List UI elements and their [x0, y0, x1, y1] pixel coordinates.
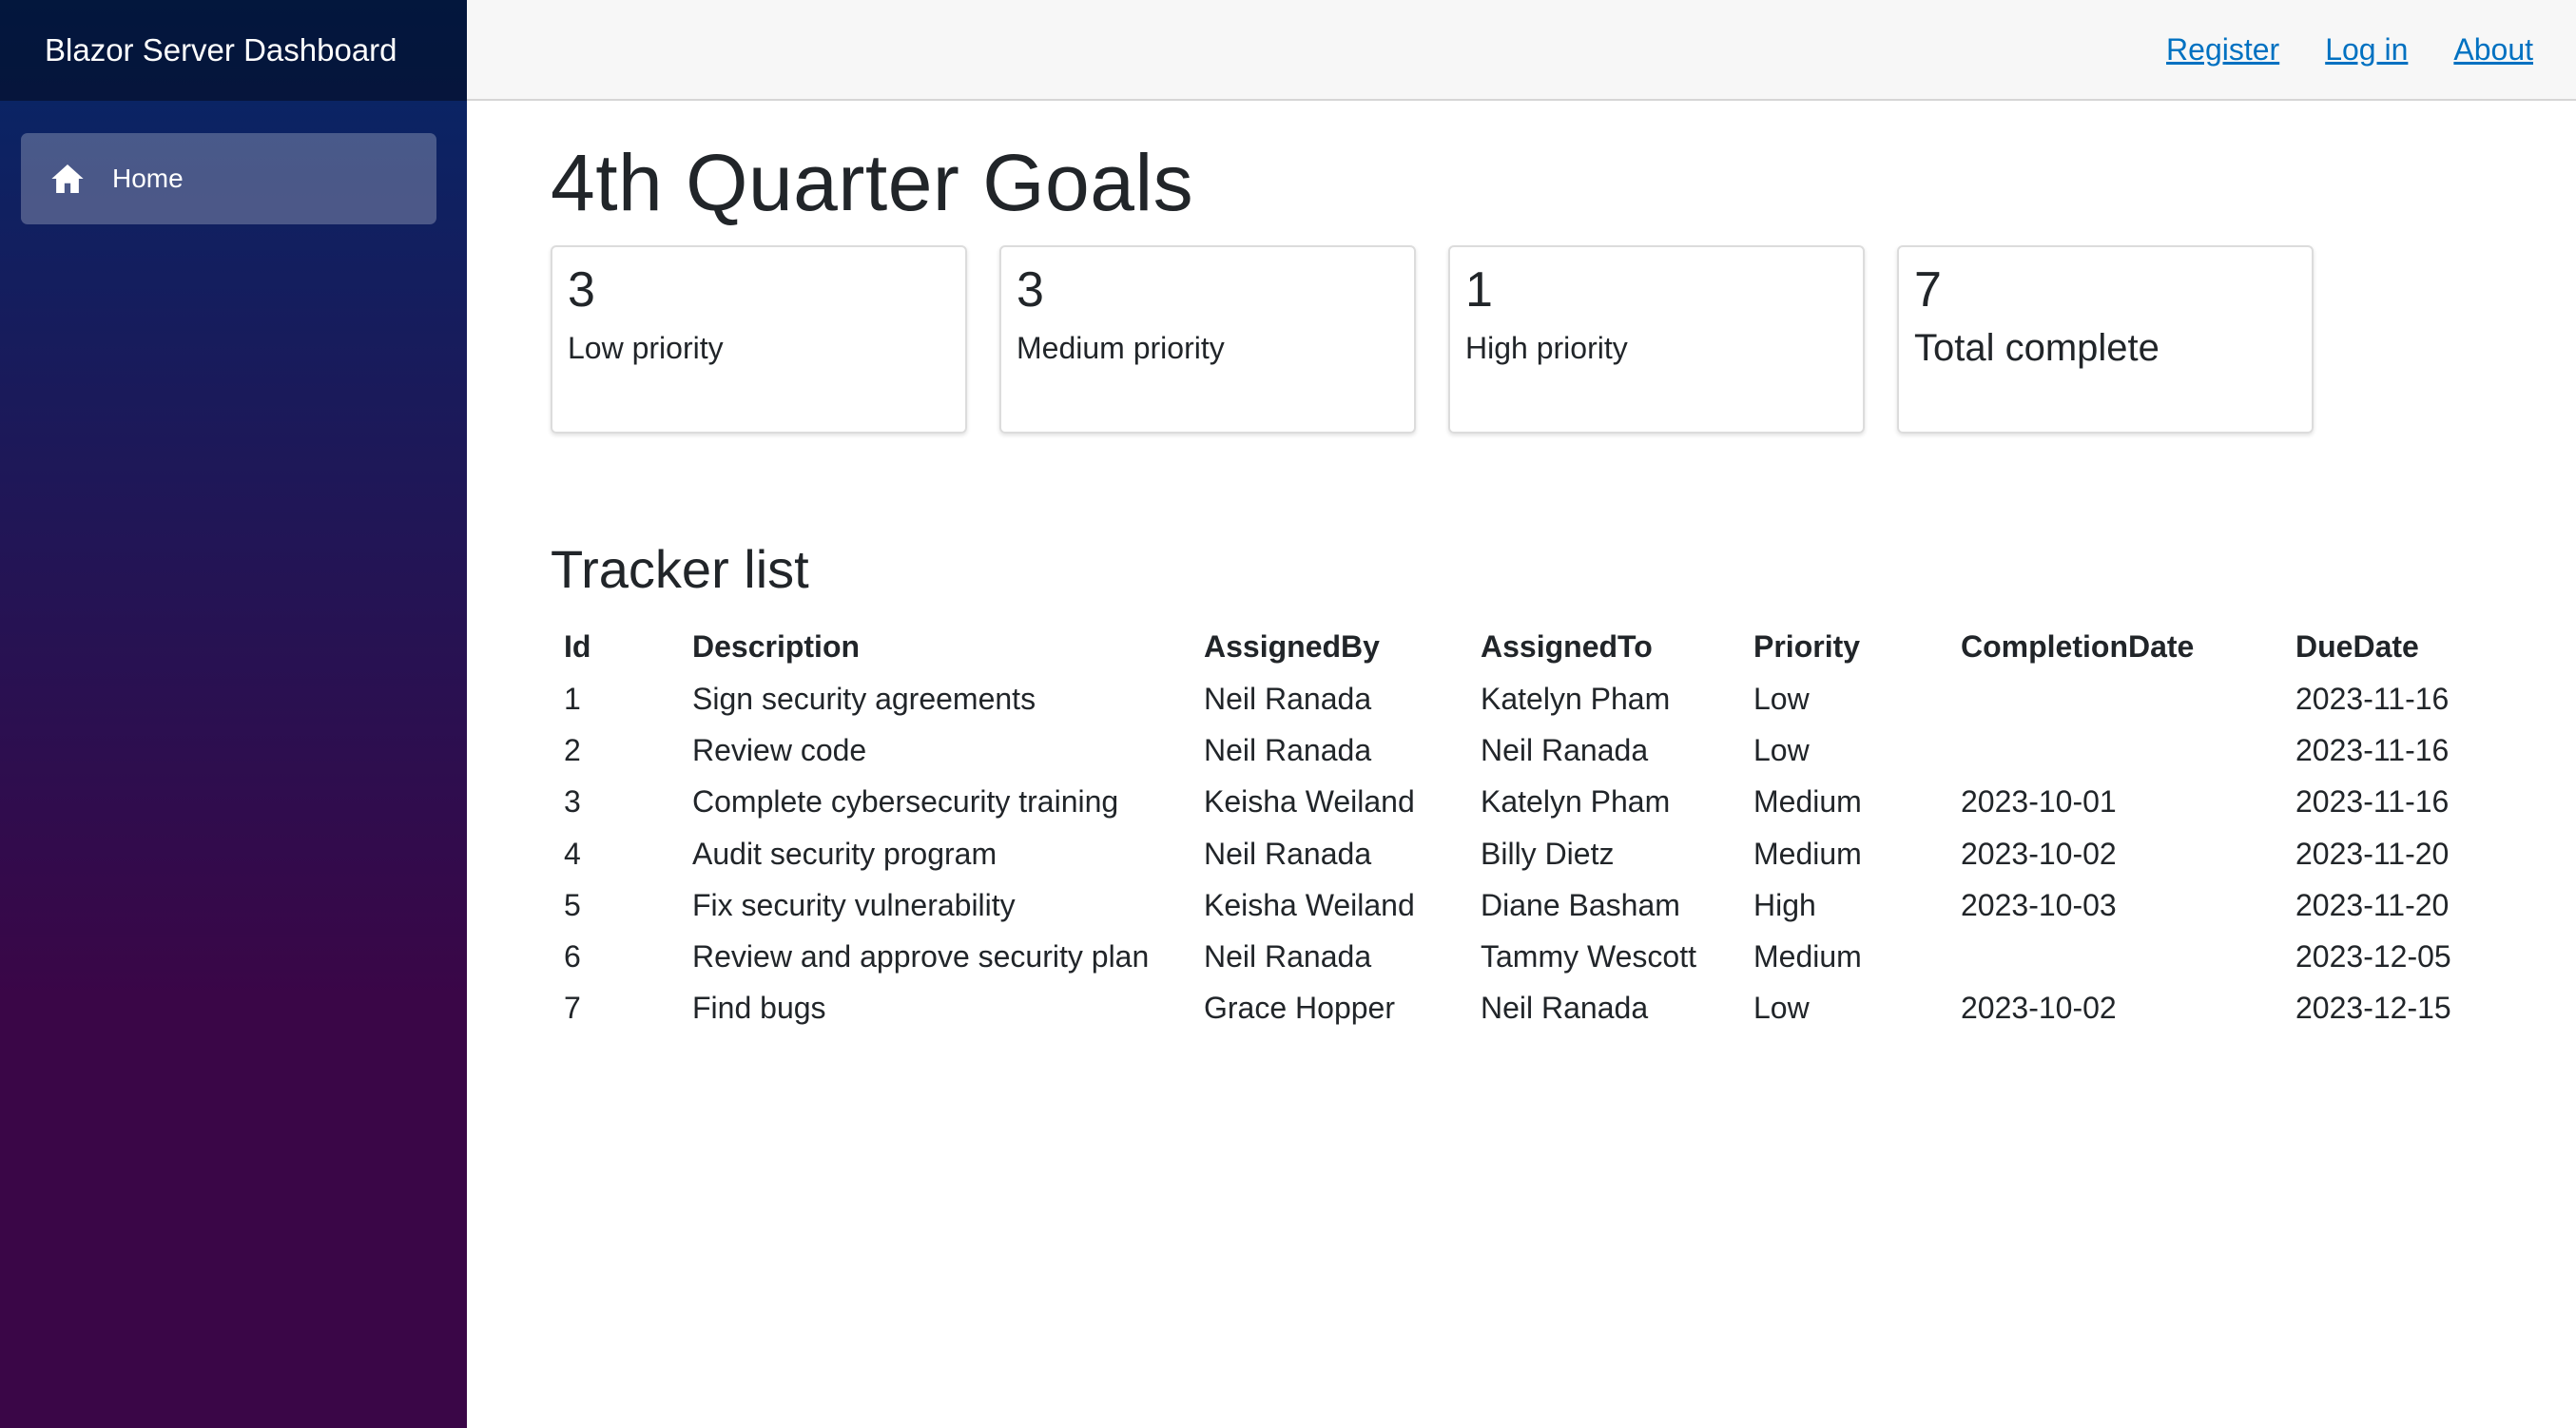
column-assigned-by-cell: Neil Ranada — [1204, 732, 1372, 767]
table-row: 1 Sign security agreements Neil Ranada Kate… — [551, 673, 2472, 724]
column-assigned-by-cell: Neil Ranada — [1204, 939, 1372, 975]
column-assigned-by-cell: Grace Hopper — [1204, 991, 1395, 1026]
column-due-date-cell: 2023-12-05 — [2295, 939, 2451, 975]
column-priority-cell: Low — [1753, 991, 1810, 1026]
main-content: 4th Quarter Goals 3 Low priority 3 Mediu… — [551, 101, 2576, 1034]
column-assigned-to-cell: Neil Ranada — [1481, 991, 1649, 1026]
column-description-cell: Complete cybersecurity training — [692, 784, 1119, 820]
column-due-date-cell: 2023-12-15 — [2295, 991, 2451, 1026]
column-completion-date-header: CompletionDate — [1961, 629, 2195, 665]
table-row: 2 Review code Neil Ranada Neil Ranada Low 202… — [551, 724, 2472, 776]
card-count: 1 — [1465, 262, 1493, 318]
register-link[interactable]: Register — [2166, 32, 2279, 68]
table-body: 1 Sign security agreements Neil Ranada Kate… — [551, 673, 2472, 1034]
table-row: 5 Fix security vulnerability Keisha Weilan… — [551, 879, 2472, 931]
column-description-header: Description — [692, 629, 861, 665]
column-description-cell: Review code — [692, 732, 867, 767]
card-label: Low priority — [568, 331, 724, 366]
card-medium-priority: 3 Medium priority — [999, 245, 1416, 434]
tracker-table: Id Description AssignedBy AssignedTo Priorit… — [551, 622, 2472, 1034]
column-priority-header: Priority — [1753, 629, 1861, 665]
brand-bar: Blazor Server Dashboard — [0, 0, 467, 101]
column-assigned-by-cell: Neil Ranada — [1204, 681, 1372, 716]
home-icon — [49, 161, 86, 197]
column-assigned-to-cell: Neil Ranada — [1481, 732, 1649, 767]
column-assigned-by-cell: Keisha Weiland — [1204, 784, 1415, 820]
card-count: 3 — [1017, 262, 1044, 318]
column-description-cell: Find bugs — [692, 991, 826, 1026]
table-header-row: Id Description AssignedBy AssignedTo Priorit… — [551, 622, 2472, 673]
card-count: 3 — [568, 262, 595, 318]
nav-item-label: Home — [112, 164, 184, 193]
page-title: 4th Quarter Goals — [551, 138, 1194, 227]
column-id-cell: 4 — [564, 836, 581, 871]
card-count: 7 — [1914, 262, 1942, 318]
column-assigned-to-header: AssignedTo — [1481, 629, 1653, 665]
table-row: 3 Complete cybersecurity training Keisha W… — [551, 777, 2472, 828]
column-due-date-cell: 2023-11-16 — [2295, 784, 2450, 820]
brand-link[interactable]: Blazor Server Dashboard — [45, 32, 397, 68]
column-id-cell: 6 — [564, 939, 581, 975]
sidebar: Blazor Server Dashboard Home — [0, 0, 467, 1428]
nav-menu: Home — [0, 101, 467, 224]
column-priority-cell: Medium — [1753, 784, 1862, 820]
column-priority-cell: Medium — [1753, 836, 1862, 871]
column-assigned-to-cell: Tammy Wescott — [1481, 939, 1696, 975]
table-row: 6 Review and approve security plan Neil Ra… — [551, 931, 2472, 982]
card-high-priority: 1 High priority — [1448, 245, 1865, 434]
column-due-date-cell: 2023-11-16 — [2295, 681, 2450, 716]
column-id-cell: 5 — [564, 887, 581, 922]
column-description-cell: Fix security vulnerability — [692, 887, 1016, 922]
column-due-date-cell: 2023-11-16 — [2295, 732, 2450, 767]
table-row: 4 Audit security program Neil Ranada Billy … — [551, 828, 2472, 879]
column-id-cell: 1 — [564, 681, 581, 716]
column-due-date-cell: 2023-11-20 — [2295, 887, 2450, 922]
column-assigned-by-cell: Keisha Weiland — [1204, 887, 1415, 922]
column-id-cell: 3 — [564, 784, 581, 820]
table-row: 7 Find bugs Grace Hopper Neil Ranada Low 2023… — [551, 983, 2472, 1034]
column-completion-date-cell — [1947, 724, 2282, 776]
column-assigned-by-cell: Neil Ranada — [1204, 836, 1372, 871]
column-assigned-to-cell: Katelyn Pham — [1481, 784, 1671, 820]
column-completion-date-cell — [1947, 673, 2282, 724]
card-total-complete: 7 Total complete — [1897, 245, 2314, 434]
column-assigned-to-cell: Billy Dietz — [1481, 836, 1615, 871]
table-header: Id Description AssignedBy AssignedTo Priorit… — [551, 622, 2472, 673]
column-id-cell: 2 — [564, 732, 581, 767]
column-description-cell: Review and approve security plan — [692, 939, 1150, 975]
column-description-cell: Audit security program — [692, 836, 997, 871]
column-id-header: Id — [564, 629, 591, 665]
column-completion-date-cell: 2023-10-01 — [1961, 784, 2117, 820]
top-row: Register Log in About — [467, 0, 2576, 101]
column-priority-cell: High — [1753, 887, 1816, 922]
card-label: Total complete — [1914, 327, 2160, 370]
tracker-title: Tracker list — [551, 539, 809, 600]
app-root: Blazor Server Dashboard Home Register Lo… — [0, 0, 2576, 1428]
login-link[interactable]: Log in — [2325, 32, 2408, 68]
column-id-cell: 7 — [564, 991, 581, 1026]
nav-item-home[interactable]: Home — [21, 133, 436, 224]
column-assigned-by-header: AssignedBy — [1204, 629, 1380, 665]
card-label: High priority — [1465, 331, 1628, 366]
column-completion-date-cell: 2023-10-02 — [1961, 991, 2117, 1026]
column-completion-date-cell: 2023-10-02 — [1961, 836, 2117, 871]
column-priority-cell: Low — [1753, 681, 1810, 716]
summary-cards: 3 Low priority 3 Medium priority 1 High … — [551, 245, 2576, 434]
column-priority-cell: Medium — [1753, 939, 1862, 975]
column-assigned-to-cell: Katelyn Pham — [1481, 681, 1671, 716]
card-label: Medium priority — [1017, 331, 1225, 366]
column-assigned-to-cell: Diane Basham — [1481, 887, 1680, 922]
column-priority-cell: Low — [1753, 732, 1810, 767]
column-due-date-header: DueDate — [2295, 629, 2419, 665]
column-due-date-cell: 2023-11-20 — [2295, 836, 2450, 871]
about-link[interactable]: About — [2453, 32, 2533, 68]
card-low-priority: 3 Low priority — [551, 245, 967, 434]
column-completion-date-cell — [1947, 931, 2282, 982]
column-completion-date-cell: 2023-10-03 — [1961, 887, 2117, 922]
column-description-cell: Sign security agreements — [692, 681, 1036, 716]
